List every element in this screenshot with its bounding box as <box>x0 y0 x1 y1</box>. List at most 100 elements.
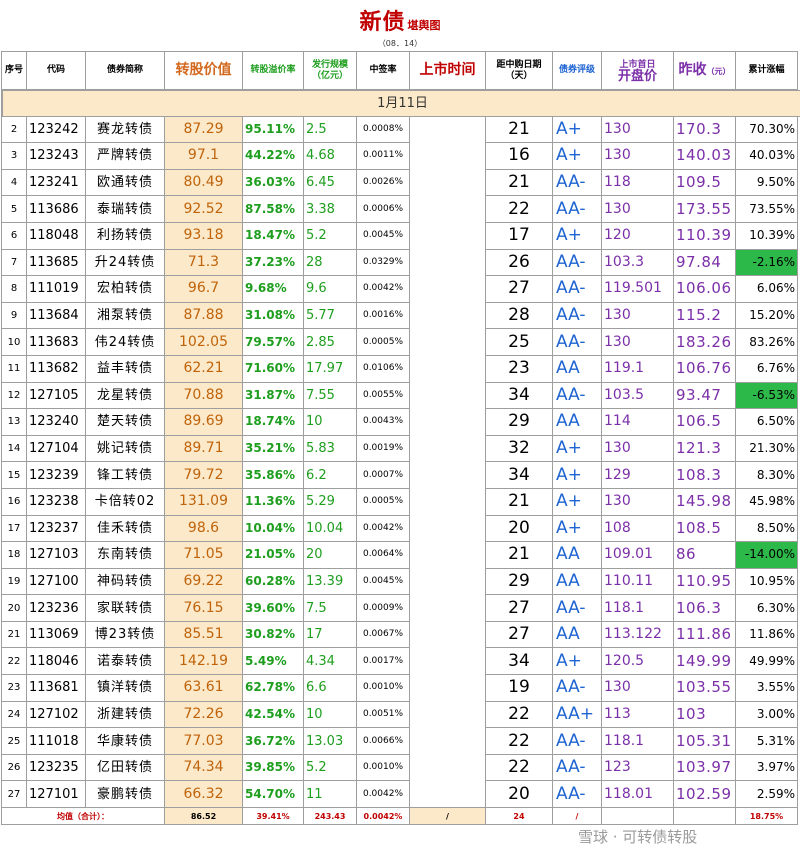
bond-code: 123240 <box>26 408 86 436</box>
row-index: 14 <box>1 434 27 463</box>
open-price: 130 <box>601 195 674 223</box>
col-open-price: 上市首日 开盘价 <box>601 51 674 90</box>
win-rate: 0.0064% <box>356 541 410 569</box>
yesterday-close: 105.31 <box>673 727 736 755</box>
yesterday-close: 102.59 <box>673 780 736 809</box>
table-row: 19127100神码转债69.2260.28%13.390.0045%1月19日… <box>1 89 800 596</box>
conversion-value: 85.51 <box>164 620 243 649</box>
conversion-value: 87.29 <box>164 115 243 144</box>
cumulative-change: 10.95% <box>735 567 798 596</box>
watermark: 雪球 · 可转债转股 <box>578 828 698 846</box>
row-index: 7 <box>1 248 27 277</box>
bond-code: 127100 <box>26 567 86 596</box>
bond-name: 伟24转债 <box>85 328 165 356</box>
bond-code: 123241 <box>26 168 86 197</box>
issue-scale: 2.5 <box>303 115 357 144</box>
table-body: 1113687振华转债107.916.66%4.060.0013%8月2日21A… <box>1 89 800 809</box>
win-rate: 0.0009% <box>356 594 410 622</box>
yesterday-close: 115.2 <box>673 301 736 330</box>
table-row: 20123236家联转债76.1539.60%7.50.0009%1月18日27… <box>1 89 800 622</box>
cumulative-change: -2.16% <box>735 248 798 277</box>
yesterday-close: 103.55 <box>673 674 736 702</box>
open-price: 130 <box>601 434 674 463</box>
bond-code: 111019 <box>26 275 86 303</box>
table-row: 26123235亿田转债74.3439.85%5.20.0010%1月12日22… <box>1 89 800 782</box>
win-rate: 0.0042% <box>356 780 410 809</box>
credit-rating: AA <box>552 620 602 649</box>
credit-rating: AA- <box>552 168 602 197</box>
cumulative-change: 83.26% <box>735 328 798 356</box>
bond-name: 东南转债 <box>85 541 165 569</box>
win-rate: 0.0016% <box>356 301 410 330</box>
open-price: 130 <box>601 674 674 702</box>
conversion-value: 62.21 <box>164 354 243 383</box>
yesterday-close: 111.86 <box>673 620 736 649</box>
days-since-subscription: 34 <box>485 381 553 410</box>
bond-name: 浙建转债 <box>85 700 165 729</box>
table-row: 27 127101 豪鹏转债 66.32 54.70% 11 0.0042% 1月11日 20 A… <box>1 89 800 809</box>
row-index: 11 <box>1 354 27 383</box>
open-price: 119.1 <box>601 354 674 383</box>
bond-code: 127104 <box>26 434 86 463</box>
bond-code: 113686 <box>26 195 86 223</box>
col-code: 代码 <box>26 51 86 90</box>
cumulative-change: 8.50% <box>735 514 798 543</box>
days-since-subscription: 32 <box>485 434 553 463</box>
row-index: 16 <box>1 487 27 516</box>
open-price: 130 <box>601 115 674 144</box>
row-index: 22 <box>1 647 27 676</box>
conversion-value: 71.05 <box>164 541 243 569</box>
bond-name: 严牌转债 <box>85 142 165 170</box>
days-since-subscription: 21 <box>485 115 553 144</box>
conversion-value: 76.15 <box>164 594 243 622</box>
issue-scale: 13.03 <box>303 727 357 755</box>
open-price: 120 <box>601 221 674 250</box>
days-since-subscription: 27 <box>485 594 553 622</box>
open-price: 118.1 <box>601 594 674 622</box>
row-index: 20 <box>1 594 27 622</box>
conversion-value: 92.52 <box>164 195 243 223</box>
bond-code: 113069 <box>26 620 86 649</box>
cumulative-change: 45.98% <box>735 487 798 516</box>
premium-rate: 39.85% <box>242 753 304 782</box>
conversion-value: 87.88 <box>164 301 243 330</box>
win-rate: 0.0026% <box>356 168 410 197</box>
cumulative-change: 6.76% <box>735 354 798 383</box>
days-since-subscription: 16 <box>485 142 553 170</box>
premium-rate: 35.86% <box>242 461 304 489</box>
win-rate: 0.0006% <box>356 195 410 223</box>
open-price: 123 <box>601 753 674 782</box>
days-since-subscription: 27 <box>485 275 553 303</box>
days-since-subscription: 34 <box>485 647 553 676</box>
table-row: 2123242赛龙转债87.2995.11%2.50.0008%7月29日21A… <box>1 89 800 144</box>
premium-rate: 36.03% <box>242 168 304 197</box>
win-rate: 0.0067% <box>356 620 410 649</box>
days-since-subscription: 21 <box>485 168 553 197</box>
table-row: 12127105龙星转债70.8831.87%7.550.0055%3月6日34… <box>1 89 800 410</box>
credit-rating: AA <box>552 354 602 383</box>
col-open-l2: 开盘价 <box>617 68 657 84</box>
issue-scale: 5.77 <box>303 301 357 330</box>
col-scale-unit: （亿元） <box>311 70 348 81</box>
win-rate: 0.0051% <box>356 700 410 729</box>
yesterday-close: 170.3 <box>673 115 736 144</box>
conversion-value: 63.61 <box>164 674 243 702</box>
yesterday-close: 140.03 <box>673 142 736 170</box>
bond-name: 赛龙转债 <box>85 115 165 144</box>
credit-rating: AA- <box>552 195 602 223</box>
issue-scale: 17 <box>303 620 357 649</box>
bond-code: 123237 <box>26 514 86 543</box>
days-since-subscription: 27 <box>485 620 553 649</box>
premium-rate: 10.04% <box>242 514 304 543</box>
conversion-value: 74.34 <box>164 753 243 782</box>
row-index: 3 <box>1 142 27 170</box>
title-sub: 堪舆图 <box>407 19 441 32</box>
days-since-subscription: 22 <box>485 195 553 223</box>
bond-code: 123239 <box>26 461 86 489</box>
credit-rating: AA- <box>552 381 602 410</box>
table-row: 3123243严牌转债97.144.22%4.680.0011%7月26日16A… <box>1 89 800 170</box>
days-since-subscription: 29 <box>485 408 553 436</box>
win-rate: 0.0045% <box>356 567 410 596</box>
issue-scale: 17.97 <box>303 354 357 383</box>
row-index: 21 <box>1 620 27 649</box>
